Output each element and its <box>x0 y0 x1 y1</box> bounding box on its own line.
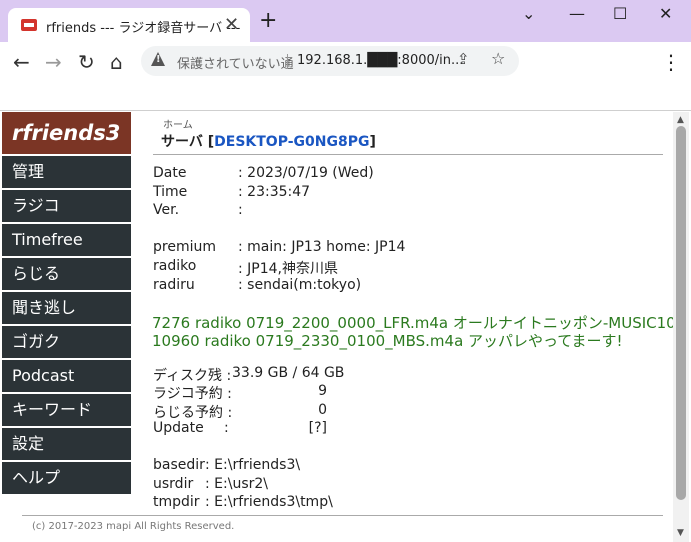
scroll-up-icon[interactable]: ▲ <box>677 115 684 125</box>
bookmark-star-icon[interactable]: ☆ <box>491 49 505 68</box>
server-suffix: ] <box>369 134 376 150</box>
breadcrumb[interactable]: ホーム <box>163 116 193 131</box>
reload-icon[interactable]: ↻ <box>78 50 95 74</box>
divider <box>287 54 288 69</box>
version-row: Ver. : <box>153 202 243 218</box>
usrdir-label: usrdir <box>153 476 194 492</box>
radiru-value: : sendai(m:tokyo) <box>238 277 362 293</box>
not-secure-icon[interactable] <box>151 52 165 66</box>
time-value: : 23:35:47 <box>238 184 311 200</box>
time-row: Time : 23:35:47 <box>153 184 310 200</box>
forward-icon[interactable]: → <box>45 50 62 74</box>
usrdir-row: usrdir : E:\usr2\ <box>153 476 268 492</box>
premium-row: premium : main: JP13 home: JP14 <box>153 239 405 255</box>
radiru-reservation-label: らじる予約 : <box>153 405 233 421</box>
home-icon[interactable]: ⌂ <box>110 50 123 74</box>
radiru-reservation-count: 0 <box>318 402 327 418</box>
share-icon[interactable]: ⇪ <box>457 50 470 68</box>
date-value: : 2023/07/19 (Wed) <box>238 165 374 181</box>
tmpdir-row: tmpdir : E:\rfriends3\tmp\ <box>153 494 333 510</box>
sidebar: rfriends3 管理 ラジコ Timefree らじる 聞き逃し ゴガク P… <box>2 112 131 494</box>
new-tab-icon[interactable]: + <box>259 8 277 33</box>
update-row: Update : [?] <box>153 420 327 436</box>
usrdir-value: : E:\usr2\ <box>205 476 268 492</box>
security-label: 保護されていない通 <box>177 57 294 72</box>
divider <box>0 110 691 111</box>
sidebar-item-podcast[interactable]: Podcast <box>2 360 131 392</box>
tab-title: rfriends --- ラジオ録音サーバ --- <box>46 21 241 36</box>
disk-row: ディスク残 : 33.9 GB / 64 GB <box>153 365 344 385</box>
date-row: Date : 2023/07/19 (Wed) <box>153 165 374 181</box>
version-label: Ver. <box>153 202 180 218</box>
sidebar-item-timefree[interactable]: Timefree <box>2 224 131 256</box>
footer-copyright: (c) 2017-2023 mapi All Rights Reserved. <box>32 521 235 532</box>
radiko-value: : JP14,神奈川県 <box>238 261 339 277</box>
app-logo[interactable]: rfriends3 <box>2 112 131 154</box>
recording-item[interactable]: 10960 radiko 0719_2330_0100_MBS.m4a アッパレ… <box>152 330 623 351</box>
update-value[interactable]: [?] <box>283 420 327 436</box>
maximize-icon[interactable]: ☐ <box>613 4 627 23</box>
divider <box>153 154 663 155</box>
tab-search-icon[interactable]: ⌄ <box>522 4 535 23</box>
premium-value: : main: JP13 home: JP14 <box>238 239 406 255</box>
sidebar-item-radiko[interactable]: ラジコ <box>2 190 131 222</box>
minimize-icon[interactable]: — <box>569 4 585 23</box>
radiko-reservation-row: ラジコ予約 : 9 <box>153 383 327 403</box>
disk-value: 33.9 GB / 64 GB <box>232 365 345 381</box>
favicon-icon <box>21 19 37 31</box>
url-text[interactable]: 192.168.1.███:8000/in... <box>297 53 463 68</box>
version-value: : <box>238 202 243 218</box>
browser-tab[interactable]: rfriends --- ラジオ録音サーバ --- ✕ <box>8 8 250 42</box>
update-label: Update <box>153 420 204 436</box>
radiko-reservation-label: ラジコ予約 : <box>153 386 232 402</box>
radiko-row: radiko : JP14,神奈川県 <box>153 258 338 277</box>
premium-label: premium <box>153 239 216 255</box>
sidebar-item-settings[interactable]: 設定 <box>2 428 131 460</box>
server-prefix: サーバ [ <box>161 134 215 150</box>
sidebar-item-gogaku[interactable]: ゴガク <box>2 326 131 358</box>
tmpdir-value: : E:\rfriends3\tmp\ <box>205 494 333 510</box>
sidebar-item-kikinogashi[interactable]: 聞き逃し <box>2 292 131 324</box>
server-host: DESKTOP-G0NG8PG <box>214 134 370 150</box>
sidebar-item-keyword[interactable]: キーワード <box>2 394 131 426</box>
divider <box>22 515 663 516</box>
radiko-reservation-count: 9 <box>318 383 327 399</box>
radiru-row: radiru : sendai(m:tokyo) <box>153 277 361 293</box>
radiko-label: radiko <box>153 258 197 274</box>
update-colon: : <box>224 420 229 436</box>
address-bar[interactable]: 保護されていない通 192.168.1.███:8000/in... ⇪ ☆ <box>141 46 519 76</box>
disk-label: ディスク残 : <box>153 368 232 384</box>
back-icon[interactable]: ← <box>13 50 30 74</box>
scroll-down-icon[interactable]: ▼ <box>677 528 684 538</box>
sidebar-item-kanri[interactable]: 管理 <box>2 156 131 188</box>
page-title: サーバ [DESKTOP-G0NG8PG] <box>161 131 376 151</box>
radiru-label: radiru <box>153 277 195 293</box>
sidebar-item-help[interactable]: ヘルプ <box>2 462 131 494</box>
close-window-icon[interactable]: ✕ <box>659 4 672 23</box>
tmpdir-label: tmpdir <box>153 494 200 510</box>
browser-menu-icon[interactable]: ⋮ <box>661 50 681 74</box>
radiru-reservation-row: らじる予約 : 0 <box>153 402 327 422</box>
time-label: Time <box>153 184 188 200</box>
sidebar-item-radiru[interactable]: らじる <box>2 258 131 290</box>
tab-bar: rfriends --- ラジオ録音サーバ --- ✕ + ⌄ — ☐ ✕ <box>0 0 691 42</box>
basedir-label: basedir <box>153 457 205 473</box>
basedir-row: basedir : E:\rfriends3\ <box>153 457 300 473</box>
browser-toolbar: ← → ↻ ⌂ 保護されていない通 192.168.1.███:8000/in.… <box>0 42 691 82</box>
date-label: Date <box>153 165 187 181</box>
scrollbar-thumb[interactable] <box>676 126 686 500</box>
basedir-value: : E:\rfriends3\ <box>205 457 301 473</box>
tab-close-icon[interactable]: ✕ <box>224 14 239 35</box>
